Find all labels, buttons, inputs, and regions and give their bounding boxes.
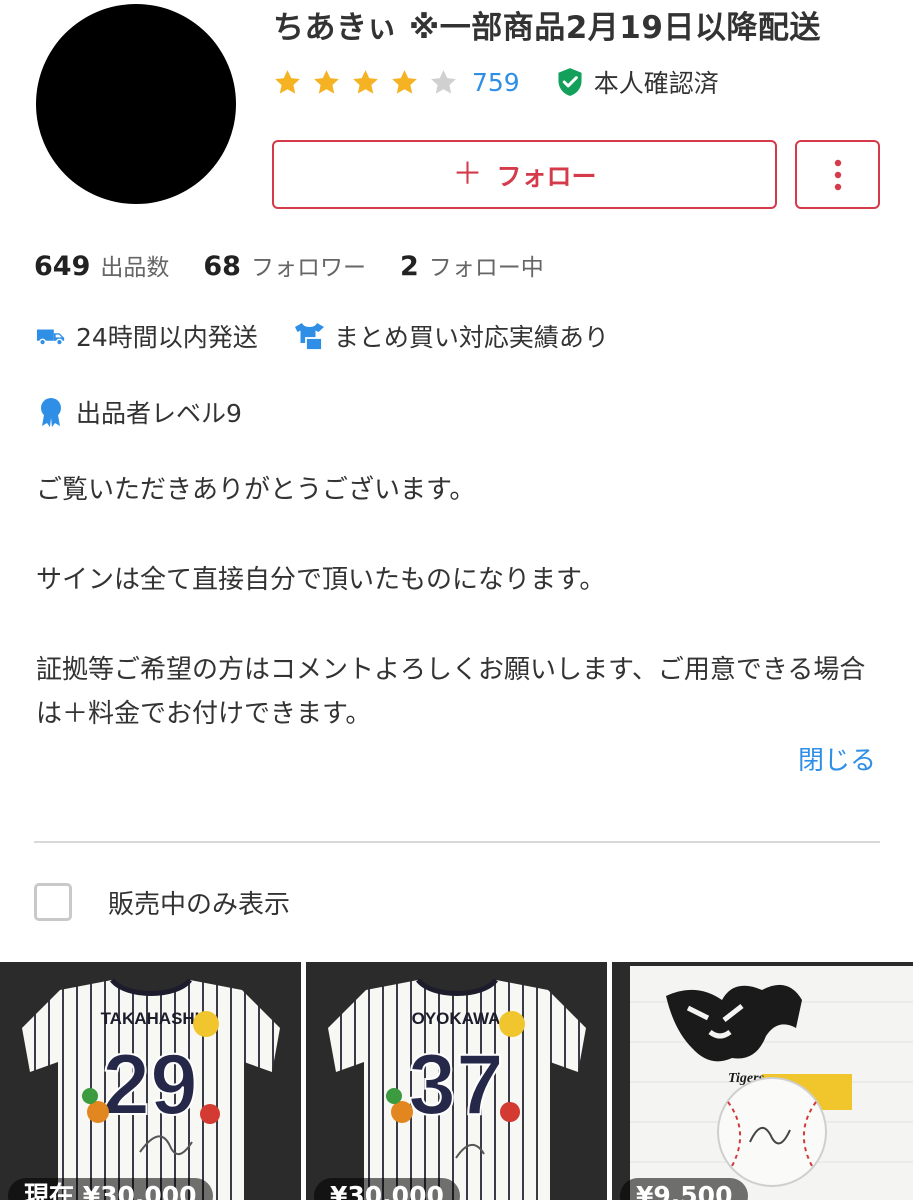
seller-level-label: 出品者レベル9 — [76, 399, 242, 428]
shirt-box-icon — [294, 323, 324, 351]
star-icon — [275, 69, 300, 94]
on-sale-filter[interactable]: 販売中のみ表示 — [34, 880, 290, 924]
shield-check-icon — [558, 68, 582, 96]
stats-row: 649 出品数 68 フォロワー 2 フォロー中 — [34, 248, 578, 288]
follow-label: フォロー — [496, 161, 597, 191]
jersey-number: 29 — [102, 1037, 198, 1133]
stat-label: フォロー中 — [428, 255, 544, 281]
shipping-label: 24時間以内発送 — [76, 323, 258, 352]
bundle-label: まとめ買い対応実績あり — [333, 323, 609, 352]
item-price: 現在 ¥30,000 — [8, 1178, 213, 1200]
follow-button[interactable]: ＋ フォロー — [272, 140, 777, 209]
shipping-badge: 24時間以内発送 — [36, 318, 258, 354]
on-sale-filter-label: 販売中のみ表示 — [108, 889, 291, 920]
star-icon — [353, 69, 378, 94]
badge-row: 24時間以内発送 まとめ買い対応実績あり — [36, 316, 645, 356]
avatar[interactable] — [36, 4, 236, 204]
star-icon — [314, 69, 339, 94]
ribbon-medal-icon — [41, 398, 61, 427]
plus-icon: ＋ — [452, 156, 483, 192]
level-row: 出品者レベル9 — [36, 392, 278, 432]
intro-paragraph: ご覧いただきありがとうございます。 — [36, 475, 476, 505]
item-tile[interactable]: TAKAHASHI 29 現在 ¥30,000 — [0, 962, 301, 1200]
jersey-number: 37 — [408, 1037, 504, 1133]
item-tile[interactable]: Tigers ¥9,500 — [612, 962, 913, 1200]
intro-paragraph: 証拠等ご希望の方はコメントよろしくお願いします、ご用意できる場合は＋料金でお付け… — [36, 655, 866, 729]
item-price: ¥9,500 — [620, 1178, 749, 1200]
kebab-menu-icon — [834, 159, 841, 190]
seller-name: ちあきぃ ※一部商品2月19日以降配送 — [273, 10, 821, 46]
intro-paragraph: サインは全て直接自分で頂いたものになります。 — [36, 565, 606, 595]
rating-stars — [273, 68, 468, 97]
close-intro-link[interactable]: 閉じる — [798, 740, 876, 777]
bundle-badge: まとめ買い対応実績あり — [294, 318, 609, 354]
on-sale-checkbox[interactable] — [34, 883, 72, 921]
jersey-name: TAKAHASHI — [101, 1009, 200, 1028]
stat-following[interactable]: 2 フォロー中 — [400, 248, 544, 282]
profile-intro: ご覧いただきありがとうございます。 サインは全て直接自分で頂いたものになります。… — [36, 468, 881, 782]
more-options-button[interactable] — [795, 140, 880, 209]
truck-icon — [36, 329, 65, 346]
rating-row[interactable]: 759 本人確認済 — [273, 62, 719, 102]
stat-listings[interactable]: 649 出品数 — [34, 248, 169, 282]
item-tile[interactable]: OYOKAWA 37 ¥30,000 — [306, 962, 607, 1200]
item-thumbnail: OYOKAWA 37 — [306, 962, 607, 1200]
item-grid: TAKAHASHI 29 現在 ¥30,000 OYOKAWA 37 ¥30,0… — [0, 962, 913, 1200]
stat-followers[interactable]: 68 フォロワー — [203, 248, 366, 282]
stat-label: フォロワー — [250, 255, 366, 281]
stat-value: 68 — [203, 251, 241, 282]
star-icon — [392, 69, 417, 94]
stat-value: 649 — [34, 251, 91, 282]
rating-count[interactable]: 759 — [472, 68, 520, 97]
seller-level-badge[interactable]: 出品者レベル9 — [36, 394, 242, 430]
jersey-name: OYOKAWA — [412, 1009, 501, 1028]
stat-value: 2 — [399, 251, 419, 282]
divider — [34, 841, 880, 843]
item-thumbnail: TAKAHASHI 29 — [0, 962, 301, 1200]
star-empty-icon — [431, 69, 456, 94]
item-price: ¥30,000 — [314, 1178, 460, 1200]
verified-label: 本人確認済 — [593, 69, 719, 98]
stat-label: 出品数 — [100, 255, 170, 281]
item-thumbnail: Tigers — [612, 962, 913, 1200]
